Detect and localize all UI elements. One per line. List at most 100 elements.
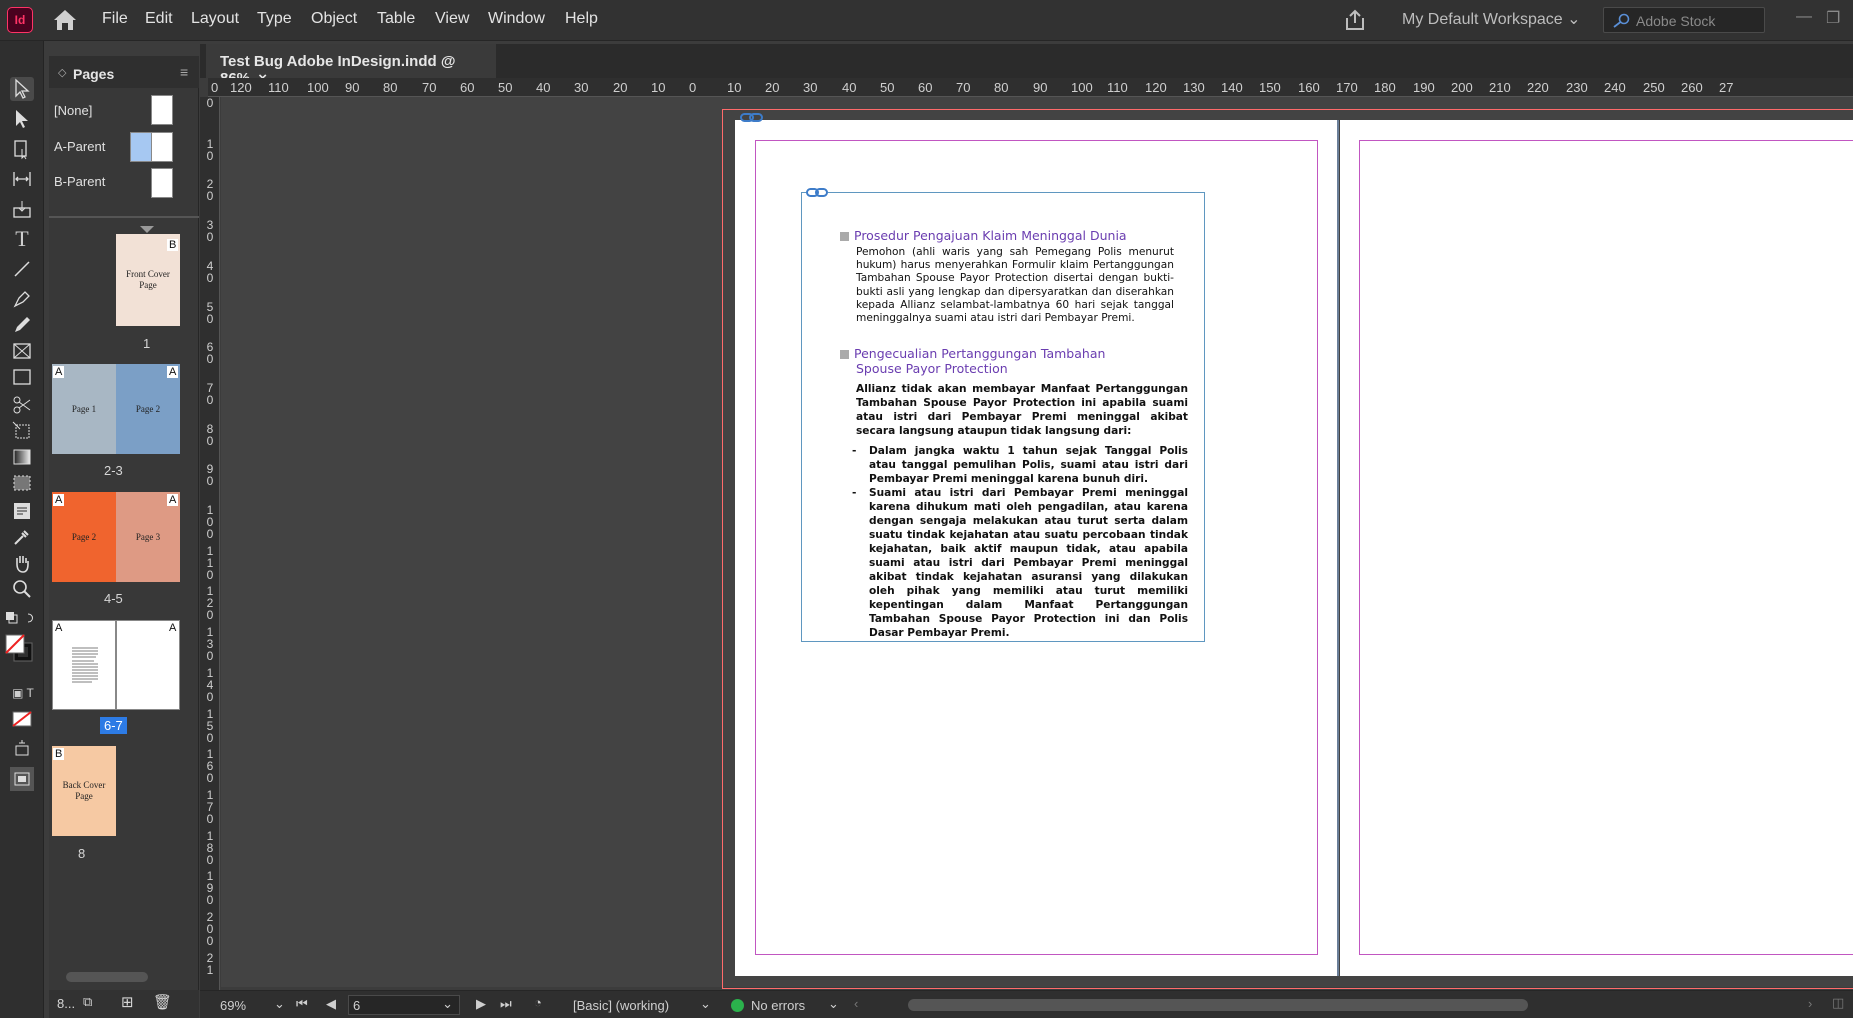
selection-tool-icon[interactable] <box>10 77 34 101</box>
chevron-down-icon[interactable]: ⌄ <box>274 996 285 1012</box>
page-thumb-text: Page 3 <box>135 531 161 542</box>
section-paragraph-1: Pemohon (ahli waris yang sah Pemegang Po… <box>856 246 1174 325</box>
formatting-container-icon[interactable]: ▣ T <box>6 681 40 705</box>
page-parent-badge: B <box>53 748 65 760</box>
link-icon[interactable] <box>740 111 764 123</box>
menu-layout[interactable]: Layout <box>191 10 239 28</box>
parent-none-label[interactable]: [None] <box>54 103 92 118</box>
ruler-tick-label: 260 <box>1681 80 1703 95</box>
restore-button[interactable]: ❐ <box>1826 8 1840 28</box>
ruler-tick-label: 8 0 <box>206 421 214 448</box>
eyedropper-tool-icon[interactable] <box>10 525 34 549</box>
adobe-stock-search[interactable]: Adobe Stock <box>1603 7 1765 33</box>
parent-a-label[interactable]: A-Parent <box>54 139 105 154</box>
horizontal-ruler[interactable]: 0 120 110 100 90 80 70 60 50 40 30 20 10 0 10 20 30 40 50 6… <box>208 78 1853 97</box>
hand-tool-icon[interactable] <box>10 551 34 575</box>
collapse-arrows-icon[interactable]: ◇ <box>58 66 66 79</box>
pages-scrollbar[interactable] <box>66 972 148 982</box>
open-page-icon[interactable]: ◔ <box>534 995 542 1010</box>
chevron-down-icon: ⌄ <box>1567 11 1581 28</box>
share-icon[interactable] <box>1343 8 1367 32</box>
delete-page-icon[interactable]: 🗑 <box>153 993 172 1011</box>
parent-a-thumb-right[interactable] <box>151 132 173 162</box>
ruler-tick-label: 1 0 0 <box>206 503 214 541</box>
heading-text: Prosedur Pengajuan Klaim Meninggal Dunia <box>854 228 1127 243</box>
ruler-tick-label: 20 <box>613 80 628 95</box>
first-page-icon[interactable]: ⏮ <box>296 996 308 1012</box>
preflight-status[interactable]: No errors <box>751 998 805 1013</box>
spread-label-6-7[interactable]: 6-7 <box>100 717 127 734</box>
fill-stroke-swap-icon[interactable] <box>4 607 40 631</box>
menu-window[interactable]: Window <box>488 10 545 28</box>
note-tool-icon[interactable] <box>10 499 34 523</box>
zoom-tool-icon[interactable] <box>10 577 34 601</box>
zoom-level[interactable]: 69% <box>220 998 246 1013</box>
document-tab[interactable]: Test Bug Adobe InDesign.indd @ 86% × <box>206 44 496 87</box>
ruler-tick-label: 1 1 0 <box>206 543 214 582</box>
bullet-marker: - <box>852 487 857 500</box>
direct-selection-tool-icon[interactable] <box>10 107 34 131</box>
spread-label-4-5[interactable]: 4-5 <box>104 591 123 606</box>
text-frame-link-icon[interactable] <box>806 186 828 198</box>
fill-stroke-swatch-icon[interactable] <box>4 633 40 667</box>
new-page-icon[interactable]: ⊞ <box>121 993 134 1011</box>
page-parent-badge: A <box>53 622 65 634</box>
scroll-left-icon[interactable]: ‹ <box>854 996 858 1011</box>
spread-label-2-3[interactable]: 2-3 <box>104 463 123 478</box>
parent-b-label[interactable]: B-Parent <box>54 174 105 189</box>
rectangle-frame-tool-icon[interactable] <box>10 339 34 363</box>
page-number-field[interactable]: 6 ⌄ <box>348 995 460 1015</box>
page-tool-icon[interactable] <box>10 137 34 161</box>
scissors-tool-icon[interactable] <box>10 393 34 417</box>
menu-table[interactable]: Table <box>377 10 415 28</box>
ruler-tick-label: 1 9 0 <box>206 869 214 908</box>
last-page-icon[interactable]: ⏭ <box>500 996 512 1012</box>
spread-label-8[interactable]: 8 <box>78 846 85 861</box>
gap-tool-icon[interactable] <box>10 167 34 191</box>
ruler-tick-label: 2 0 <box>206 177 214 204</box>
preflight-profile[interactable]: [Basic] (working) <box>573 998 669 1013</box>
menu-object[interactable]: Object <box>311 10 357 28</box>
previous-page-icon[interactable]: ◀ <box>326 996 336 1012</box>
view-mode-icon[interactable] <box>10 737 34 761</box>
insert-marker-icon <box>140 226 154 233</box>
pencil-tool-icon[interactable] <box>10 313 34 337</box>
pen-tool-icon[interactable] <box>10 287 34 311</box>
chevron-down-icon[interactable]: ⌄ <box>828 996 839 1012</box>
content-collector-icon[interactable] <box>10 197 34 221</box>
menu-type[interactable]: Type <box>257 10 292 28</box>
ruler-tick-label: 60 <box>918 80 933 95</box>
screen-mode-icon[interactable] <box>10 767 34 791</box>
panel-menu-icon[interactable]: ≡ <box>180 64 188 80</box>
bullet-marker: - <box>852 445 857 458</box>
parent-a-thumb-left[interactable] <box>130 132 152 162</box>
spread-label-1[interactable]: 1 <box>143 336 150 351</box>
home-icon[interactable] <box>52 8 78 32</box>
gradient-feather-tool-icon[interactable] <box>10 471 34 495</box>
ruler-tick-label: 1 0 <box>206 136 214 163</box>
minimize-button[interactable]: — <box>1796 8 1812 26</box>
parent-none-thumb[interactable] <box>151 95 173 125</box>
panel-toggle-icon[interactable]: ◫ <box>1832 995 1844 1011</box>
menu-file[interactable]: File <box>102 10 128 28</box>
horizontal-scrollbar[interactable] <box>908 999 1528 1011</box>
next-page-icon[interactable]: ▶ <box>476 996 486 1012</box>
free-transform-tool-icon[interactable] <box>10 419 34 443</box>
line-tool-icon[interactable] <box>10 257 34 281</box>
scroll-right-icon[interactable]: › <box>1808 996 1812 1011</box>
chevron-down-icon[interactable]: ⌄ <box>700 996 711 1012</box>
edit-page-size-icon[interactable]: ⧉ <box>83 994 92 1010</box>
type-tool-icon[interactable]: T <box>10 226 34 251</box>
section-heading-2: Pengecualian Pertanggungan Tambahan <box>840 346 1192 361</box>
chevron-down-icon[interactable]: ⌄ <box>442 996 453 1012</box>
workspace-switcher[interactable]: My Default Workspace ⌄ <box>1402 9 1581 29</box>
ruler-tick-label: 90 <box>345 80 360 95</box>
vertical-ruler[interactable]: 0 1 0 2 0 3 0 4 0 5 0 6 0 7 0 8 0 9 0 1 0 0 1 1 0 1 … <box>200 97 220 1007</box>
apply-none-icon[interactable] <box>10 707 34 731</box>
menu-edit[interactable]: Edit <box>145 10 173 28</box>
menu-view[interactable]: View <box>435 10 469 28</box>
menu-help[interactable]: Help <box>565 10 598 28</box>
parent-b-thumb[interactable] <box>151 168 173 198</box>
gradient-swatch-tool-icon[interactable] <box>10 445 34 469</box>
rectangle-tool-icon[interactable] <box>10 365 34 389</box>
